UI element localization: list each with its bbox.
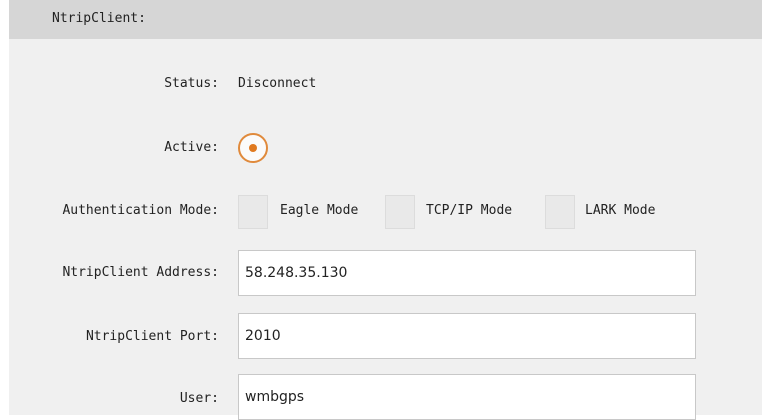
status-value: Disconnect — [238, 76, 317, 91]
active-label: Active: — [164, 140, 219, 155]
port-label: NtripClient Port: — [85, 329, 219, 344]
address-input[interactable] — [238, 250, 696, 296]
authentication-mode-label: Authentication Mode: — [62, 203, 219, 218]
lark-mode-checkbox[interactable] — [545, 195, 575, 229]
eagle-mode-checkbox[interactable] — [238, 195, 268, 229]
status-label: Status: — [164, 76, 219, 91]
radio-selected-dot — [249, 144, 257, 152]
eagle-mode-label: Eagle Mode — [280, 203, 359, 218]
address-label: NtripClient Address: — [62, 265, 219, 280]
port-input[interactable] — [238, 313, 696, 359]
user-label: User: — [179, 391, 219, 406]
active-radio-button[interactable] — [238, 133, 268, 163]
lark-mode-label: LARK Mode — [585, 203, 656, 218]
ntrip-client-panel: NtripClient: Status: Disconnect Active: … — [9, 0, 762, 420]
tcpip-mode-checkbox[interactable] — [385, 195, 415, 229]
panel-header: NtripClient: — [9, 0, 762, 39]
tcpip-mode-label: TCP/IP Mode — [426, 203, 513, 218]
panel-title: NtripClient: — [52, 11, 146, 26]
user-input[interactable] — [238, 374, 696, 420]
